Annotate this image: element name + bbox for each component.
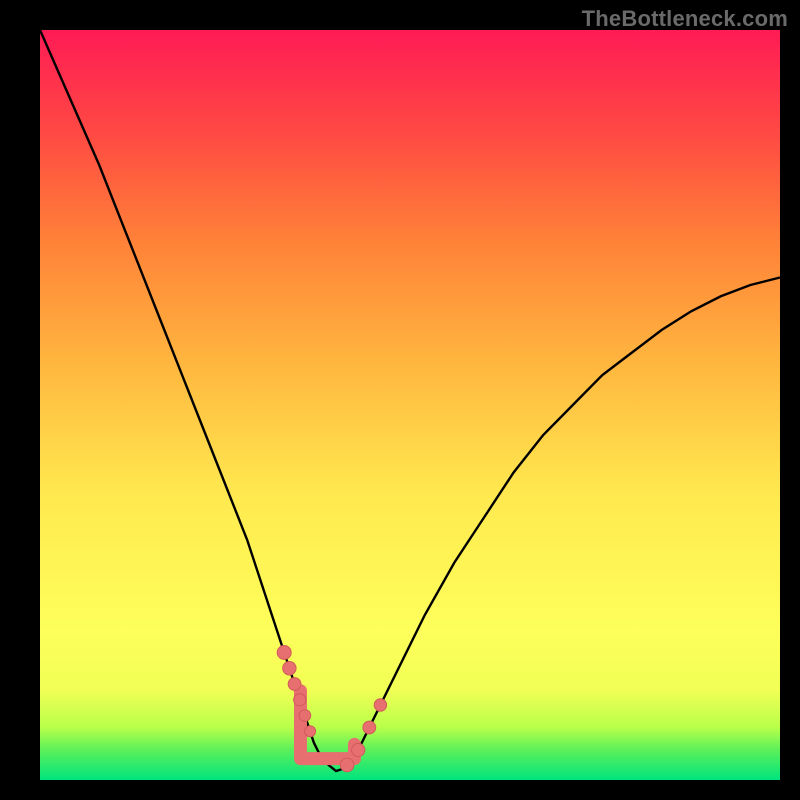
data-marker [363,721,376,734]
plot-area [40,30,780,780]
data-marker [352,743,365,756]
data-marker [288,678,301,691]
chart-frame: TheBottleneck.com [0,0,800,800]
data-marker [305,726,316,737]
data-marker [299,710,311,722]
data-marker [340,758,354,772]
data-marker [283,662,296,675]
bottleneck-curve [40,30,780,771]
data-marker [277,646,291,660]
data-marker [374,699,386,711]
chart-svg [40,30,780,780]
data-marker [294,694,306,706]
watermark-text: TheBottleneck.com [582,6,788,32]
